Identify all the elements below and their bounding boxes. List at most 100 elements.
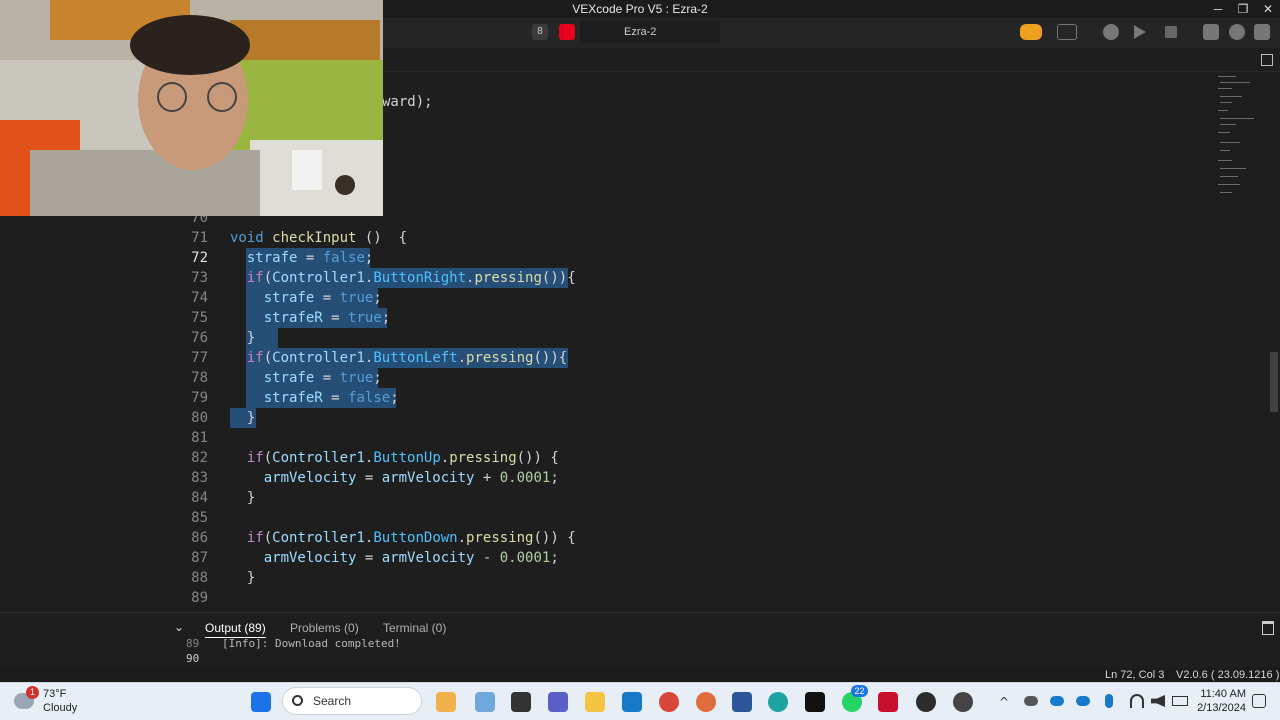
code-text: void checkInput () { xyxy=(230,230,408,246)
line-number: 85 xyxy=(191,510,208,526)
slot-icon[interactable]: 8 xyxy=(532,24,548,40)
line-number: 77 xyxy=(191,350,208,366)
code-line: 80 } xyxy=(0,408,1200,428)
tab-output[interactable]: Output (89) xyxy=(205,621,266,638)
code-text: if(Controller1.ButtonUp.pressing()) { xyxy=(246,450,559,466)
vex-logo-icon[interactable] xyxy=(559,24,575,40)
line-number: 87 xyxy=(191,550,208,566)
word-icon[interactable] xyxy=(732,692,752,712)
line-number: 82 xyxy=(191,450,208,466)
code-text: strafeR = false; xyxy=(263,390,399,406)
notification-center-icon[interactable] xyxy=(1252,694,1266,708)
code-text: } xyxy=(230,410,256,426)
line-number: 73 xyxy=(191,270,208,286)
search-placeholder: Search xyxy=(313,694,352,708)
paint-icon[interactable] xyxy=(436,692,456,712)
editor-scrollbar[interactable] xyxy=(1270,352,1278,412)
code-text: if(Controller1.ButtonRight.pressing()){ xyxy=(246,270,576,286)
volume-icon[interactable] xyxy=(1151,695,1165,707)
code-line: 88 } xyxy=(0,568,1200,588)
line-number: 81 xyxy=(191,430,208,446)
search-box[interactable]: Search xyxy=(282,687,422,715)
teams-icon[interactable] xyxy=(548,692,568,712)
help-icon[interactable] xyxy=(1229,24,1245,40)
tab-problems[interactable]: Problems (0) xyxy=(290,621,359,635)
recorder-icon[interactable] xyxy=(953,692,973,712)
trash-icon[interactable] xyxy=(1262,621,1274,635)
code-line: 85 xyxy=(0,508,1200,528)
code-text: if(Controller1.ButtonLeft.pressing()){ xyxy=(246,350,568,366)
code-text: strafe = true; xyxy=(263,290,382,306)
clock-date[interactable]: 2/13/2024 xyxy=(1196,702,1246,714)
line-number: 75 xyxy=(191,310,208,326)
chrome-profile-icon[interactable] xyxy=(696,692,716,712)
vexcode-icon[interactable] xyxy=(878,692,898,712)
maximize-button[interactable]: ❐ xyxy=(1231,0,1255,18)
weather-desc: Cloudy xyxy=(43,702,78,714)
code-line: 83 armVelocity = armVelocity + 0.0001; xyxy=(0,468,1200,488)
code-line: 78 strafe = true; xyxy=(0,368,1200,388)
minimap[interactable] xyxy=(1212,72,1268,202)
code-line: 86 if(Controller1.ButtonDown.pressing())… xyxy=(0,528,1200,548)
devices-icon[interactable] xyxy=(1203,24,1219,40)
task-view-icon[interactable] xyxy=(511,692,531,712)
code-text: strafe = true; xyxy=(263,370,382,386)
cloud-icon[interactable] xyxy=(1024,696,1038,706)
controller-icon[interactable] xyxy=(1057,24,1077,40)
pen-icon[interactable] xyxy=(916,692,936,712)
code-line: 74 strafe = true; xyxy=(0,288,1200,308)
code-line: 79 strafeR = false; xyxy=(0,388,1200,408)
play-icon[interactable] xyxy=(1134,25,1146,39)
tab-file-label: Ezra-2 xyxy=(624,26,657,38)
tab-terminal[interactable]: Terminal (0) xyxy=(383,621,446,635)
code-line: 87 armVelocity = armVelocity - 0.0001; xyxy=(0,548,1200,568)
tray-chevron-icon[interactable]: ^ xyxy=(999,695,1009,709)
minimize-button[interactable]: ─ xyxy=(1206,0,1230,18)
notification-badge: 22 xyxy=(851,685,868,697)
collapse-panel-icon[interactable]: ⌄ xyxy=(174,621,186,633)
notion-icon[interactable] xyxy=(805,692,825,712)
cursor-position[interactable]: Ln 72, Col 3 xyxy=(1105,669,1164,681)
panel-tabs: ⌄ Output (89) Problems (0) Terminal (0) xyxy=(0,612,1280,640)
search-icon xyxy=(292,695,303,706)
line-number: 71 xyxy=(191,230,208,246)
menu-icon[interactable] xyxy=(1254,24,1270,40)
line-number: 84 xyxy=(191,490,208,506)
file-explorer-icon[interactable] xyxy=(585,692,605,712)
output-line-number: 90 xyxy=(186,652,200,665)
line-number: 80 xyxy=(191,410,208,426)
line-number: 89 xyxy=(191,590,208,606)
status-bar: Ln 72, Col 3 V2.0.6 ( 23.09.1216 ) xyxy=(0,668,1280,682)
clock-time[interactable]: 11:40 AM xyxy=(1198,688,1246,700)
brain-icon[interactable] xyxy=(1020,24,1042,40)
code-line: 82 if(Controller1.ButtonUp.pressing()) { xyxy=(0,448,1200,468)
code-line: 71 void checkInput () { xyxy=(0,228,1200,248)
start-button[interactable] xyxy=(251,692,271,712)
partial-code-text: ward); xyxy=(382,94,433,110)
store-icon[interactable] xyxy=(622,692,642,712)
chrome-icon[interactable] xyxy=(659,692,679,712)
split-editor-icon[interactable] xyxy=(1261,54,1273,66)
line-number: 72 xyxy=(191,250,208,266)
close-button[interactable]: ✕ xyxy=(1256,0,1280,18)
line-number: 79 xyxy=(191,390,208,406)
edge-icon[interactable] xyxy=(768,692,788,712)
download-icon[interactable] xyxy=(1103,24,1119,40)
webcam-overlay xyxy=(0,0,383,216)
tab-file[interactable]: Ezra-2 xyxy=(580,21,720,43)
line-number: 83 xyxy=(191,470,208,486)
copilot-icon[interactable] xyxy=(475,692,495,712)
onedrive-sync-icon[interactable] xyxy=(1076,696,1090,706)
wifi-icon[interactable] xyxy=(1130,694,1144,708)
weather-temp: 73°F xyxy=(43,688,67,700)
code-line: 77 if(Controller1.ButtonLeft.pressing())… xyxy=(0,348,1200,368)
weather-badge: 1 xyxy=(26,686,39,699)
microphone-icon[interactable] xyxy=(1105,694,1113,708)
slot-number: 8 xyxy=(537,26,543,37)
code-text: } xyxy=(230,570,256,586)
code-text: armVelocity = armVelocity + 0.0001; xyxy=(263,470,559,486)
output-line-number: 89 xyxy=(186,637,200,650)
stop-icon[interactable] xyxy=(1165,26,1177,38)
battery-icon[interactable] xyxy=(1172,696,1188,706)
onedrive-icon[interactable] xyxy=(1050,696,1064,706)
